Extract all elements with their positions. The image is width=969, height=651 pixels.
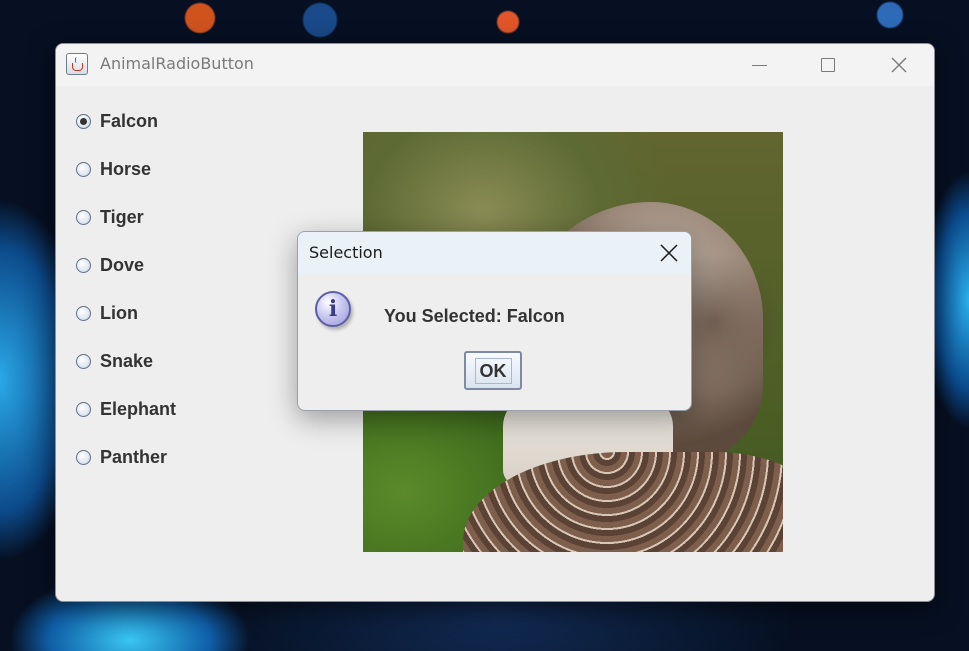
radio-label: Falcon bbox=[100, 110, 159, 131]
close-icon bbox=[660, 244, 678, 262]
close-icon bbox=[891, 57, 907, 73]
dialog-close-button[interactable] bbox=[653, 237, 685, 269]
window-titlebar[interactable]: AnimalRadioButton bbox=[56, 44, 934, 86]
radio-button[interactable] bbox=[76, 353, 91, 369]
radio-option-elephant[interactable]: Elephant bbox=[76, 398, 176, 420]
radio-option-snake[interactable]: Snake bbox=[76, 350, 153, 372]
radio-option-panther[interactable]: Panther bbox=[76, 446, 167, 468]
selection-dialog: Selection i You Selected: Falcon OK bbox=[297, 231, 692, 411]
radio-label: Elephant bbox=[100, 398, 177, 419]
radio-button[interactable] bbox=[76, 449, 91, 465]
minimize-button[interactable] bbox=[736, 44, 782, 86]
maximize-button[interactable] bbox=[805, 44, 851, 86]
window-title: AnimalRadioButton bbox=[100, 54, 254, 73]
radio-label: Panther bbox=[100, 446, 168, 467]
info-icon: i bbox=[315, 291, 351, 327]
radio-button[interactable] bbox=[76, 113, 91, 129]
radio-button[interactable] bbox=[76, 209, 91, 225]
radio-button[interactable] bbox=[76, 257, 91, 273]
maximize-icon bbox=[821, 58, 835, 72]
ok-button-label: OK bbox=[474, 357, 512, 384]
radio-button[interactable] bbox=[76, 305, 91, 321]
dialog-title: Selection bbox=[309, 243, 383, 262]
radio-button[interactable] bbox=[76, 161, 91, 177]
radio-button[interactable] bbox=[76, 401, 91, 417]
java-app-icon bbox=[66, 53, 88, 75]
radio-label: Tiger bbox=[100, 206, 144, 227]
minimize-icon bbox=[751, 64, 767, 66]
radio-option-dove[interactable]: Dove bbox=[76, 254, 144, 276]
radio-option-lion[interactable]: Lion bbox=[76, 302, 138, 324]
window-close-button[interactable] bbox=[876, 44, 922, 86]
radio-option-falcon[interactable]: Falcon bbox=[76, 110, 158, 132]
dialog-titlebar[interactable]: Selection bbox=[298, 232, 691, 274]
radio-label: Horse bbox=[100, 158, 152, 179]
radio-option-tiger[interactable]: Tiger bbox=[76, 206, 144, 228]
radio-label: Dove bbox=[100, 254, 145, 275]
ok-button[interactable]: OK bbox=[464, 351, 522, 390]
radio-label: Snake bbox=[100, 350, 154, 371]
dialog-message: You Selected: Falcon bbox=[384, 306, 565, 326]
radio-label: Lion bbox=[100, 302, 138, 323]
radio-option-horse[interactable]: Horse bbox=[76, 158, 151, 180]
